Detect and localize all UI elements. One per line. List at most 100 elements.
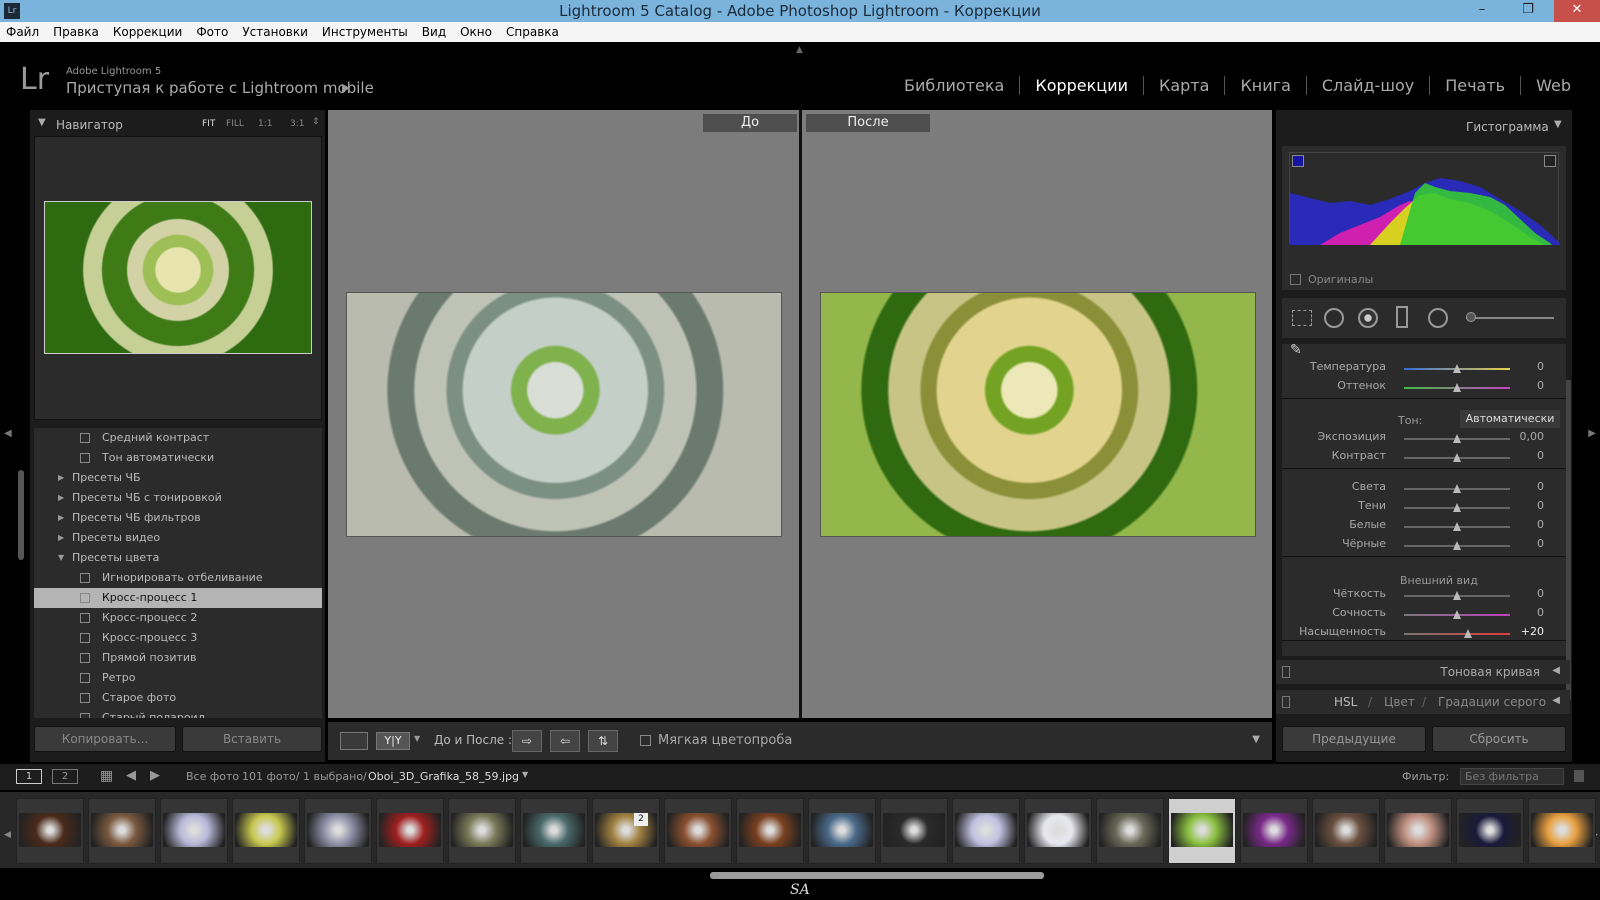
chevron-down-icon[interactable]: ▼ <box>414 734 420 743</box>
right-panel-toggle-icon[interactable]: ▶ <box>1588 428 1596 439</box>
preset-item[interactable]: Тон автоматически <box>34 448 322 468</box>
preset-item[interactable]: Кросс-процесс 2 <box>34 608 322 628</box>
zoom-fill[interactable]: FILL <box>226 119 244 129</box>
current-filename[interactable]: Oboi_3D_Grafika_58_59.jpg <box>368 770 519 783</box>
filename-dropdown-icon[interactable]: ▼ <box>522 770 528 779</box>
filmstrip-thumbnail[interactable] <box>160 798 228 864</box>
menu-file[interactable]: Файл <box>6 25 39 39</box>
filmstrip-thumbnail[interactable] <box>664 798 732 864</box>
preset-item[interactable]: ▶ Пресеты ЧБ с тонировкой <box>34 488 322 508</box>
filmstrip-thumbnail[interactable] <box>592 798 660 864</box>
collapse-top-icon[interactable]: ▲ <box>796 45 803 55</box>
filmstrip-thumbnail[interactable] <box>88 798 156 864</box>
filmstrip-thumbnail[interactable] <box>1456 798 1524 864</box>
slider-row[interactable]: Тени 0 <box>1282 499 1566 517</box>
filmstrip-thumbnail[interactable] <box>736 798 804 864</box>
maximize-button[interactable]: ❐ <box>1508 0 1548 22</box>
back-arrow-icon[interactable]: ◀ <box>126 768 136 783</box>
menu-help[interactable]: Справка <box>506 25 559 39</box>
hsl-section[interactable]: HSL / Цвет / Градации серого ◀ <box>1276 690 1570 714</box>
slider-knob[interactable] <box>1453 364 1461 373</box>
radial-filter-icon[interactable] <box>1428 308 1448 328</box>
left-scrollbar[interactable] <box>18 470 24 560</box>
copy-button[interactable]: Копировать... <box>34 726 176 752</box>
filmstrip-thumbnail[interactable] <box>232 798 300 864</box>
slider-row[interactable]: Чёрные 0 <box>1282 537 1566 555</box>
slider-value[interactable]: 0 <box>1537 537 1544 550</box>
preset-item[interactable]: Прямой позитив <box>34 648 322 668</box>
slider-value[interactable]: 0,00 <box>1520 430 1545 443</box>
module-develop[interactable]: Коррекции <box>1019 76 1143 95</box>
after-image[interactable] <box>820 292 1256 537</box>
slider-knob[interactable] <box>1453 484 1461 493</box>
color-tab[interactable]: Цвет <box>1384 695 1415 709</box>
zoom-1-1[interactable]: 1:1 <box>258 119 272 129</box>
filmstrip-thumbnail[interactable] <box>1096 798 1164 864</box>
grayscale-tab[interactable]: Градации серого <box>1438 695 1546 709</box>
filmstrip-thumbnail[interactable] <box>520 798 588 864</box>
copy-before-to-after-icon[interactable]: ⇨ <box>512 730 542 752</box>
slider-value[interactable]: 0 <box>1537 587 1544 600</box>
collapse-triangle-icon[interactable]: ▼ <box>38 117 46 128</box>
brush-slider[interactable] <box>1466 317 1554 319</box>
identity-title[interactable]: Приступая к работе с Lightroom mobile <box>66 79 374 97</box>
grid-view-icon[interactable]: ▦ <box>100 768 113 784</box>
module-print[interactable]: Печать <box>1429 76 1520 95</box>
preset-item[interactable]: Старое фото <box>34 688 322 708</box>
menu-edit[interactable]: Правка <box>53 25 99 39</box>
histogram-chart[interactable] <box>1289 152 1560 245</box>
toolbar-menu-chevron-icon[interactable]: ▼ <box>1252 734 1260 745</box>
originals-checkbox[interactable] <box>1290 274 1301 285</box>
filmstrip-thumbnail[interactable] <box>880 798 948 864</box>
menu-window[interactable]: Окно <box>460 25 492 39</box>
reset-button[interactable]: Сбросить <box>1432 726 1566 752</box>
module-map[interactable]: Карта <box>1142 76 1224 95</box>
softproof-checkbox[interactable] <box>640 735 651 746</box>
hsl-tab[interactable]: HSL <box>1334 695 1357 709</box>
slider-knob[interactable] <box>1463 629 1472 638</box>
minimize-button[interactable]: – <box>1462 0 1502 22</box>
slider-knob[interactable] <box>1453 591 1461 600</box>
expand-arrow-icon[interactable]: ◀ <box>1552 695 1560 706</box>
slider-knob[interactable] <box>1453 383 1461 392</box>
highlight-clipping-icon[interactable] <box>1544 155 1556 167</box>
slider-value[interactable]: 0 <box>1537 518 1544 531</box>
filmstrip-thumbnail[interactable] <box>376 798 444 864</box>
slider-row[interactable]: Температура 0 <box>1282 360 1566 378</box>
filmstrip-thumbnail[interactable] <box>1240 798 1308 864</box>
filmstrip-thumbnail[interactable] <box>808 798 876 864</box>
shadow-clipping-icon[interactable] <box>1292 155 1304 167</box>
preset-item[interactable]: ▶ Пресеты ЧБ <box>34 468 322 488</box>
slider-row[interactable]: Оттенок 0 <box>1282 379 1566 397</box>
slider-value[interactable]: 0 <box>1537 379 1544 392</box>
filmstrip-thumbnail[interactable] <box>952 798 1020 864</box>
preset-item[interactable]: Кросс-процесс 1 <box>34 588 322 608</box>
preset-item[interactable]: ▶ Пресеты видео <box>34 528 322 548</box>
spot-removal-icon[interactable] <box>1324 308 1344 328</box>
preset-item[interactable]: ▶ Пресеты ЧБ фильтров <box>34 508 322 528</box>
module-library[interactable]: Библиотека <box>889 76 1019 95</box>
filmstrip-thumbnail[interactable] <box>1312 798 1380 864</box>
slider-knob[interactable] <box>1453 503 1461 512</box>
slider-value[interactable]: 0 <box>1537 449 1544 462</box>
slider-value[interactable]: 0 <box>1537 606 1544 619</box>
toggle-switch-icon[interactable] <box>1282 696 1290 708</box>
folder-collapsed-icon[interactable]: ▶ <box>58 488 64 508</box>
menu-view[interactable]: Вид <box>422 25 446 39</box>
slider-knob[interactable] <box>1453 522 1461 531</box>
navigator-thumbnail[interactable] <box>44 201 312 354</box>
window-1-button[interactable]: 1 <box>16 769 42 784</box>
before-after-yy-button[interactable]: Y|Y <box>376 732 410 750</box>
slider-row[interactable]: Чёткость 0 <box>1282 587 1566 605</box>
menu-photo[interactable]: Фото <box>196 25 228 39</box>
slider-knob[interactable] <box>1453 541 1461 550</box>
filter-select[interactable]: Без фильтра <box>1460 768 1564 785</box>
filmstrip-thumbnail[interactable] <box>1384 798 1452 864</box>
slider-track[interactable] <box>1404 633 1510 635</box>
navigator-header[interactable]: ▼ Навигатор FIT FILL 1:1 3:1 ⇕ <box>36 116 322 134</box>
right-scrollbar[interactable] <box>1566 380 1571 700</box>
slider-knob[interactable] <box>1453 434 1461 443</box>
crop-icon[interactable] <box>1292 310 1312 326</box>
expand-arrow-icon[interactable]: ◀ <box>1552 665 1560 676</box>
slider-value[interactable]: 0 <box>1537 480 1544 493</box>
